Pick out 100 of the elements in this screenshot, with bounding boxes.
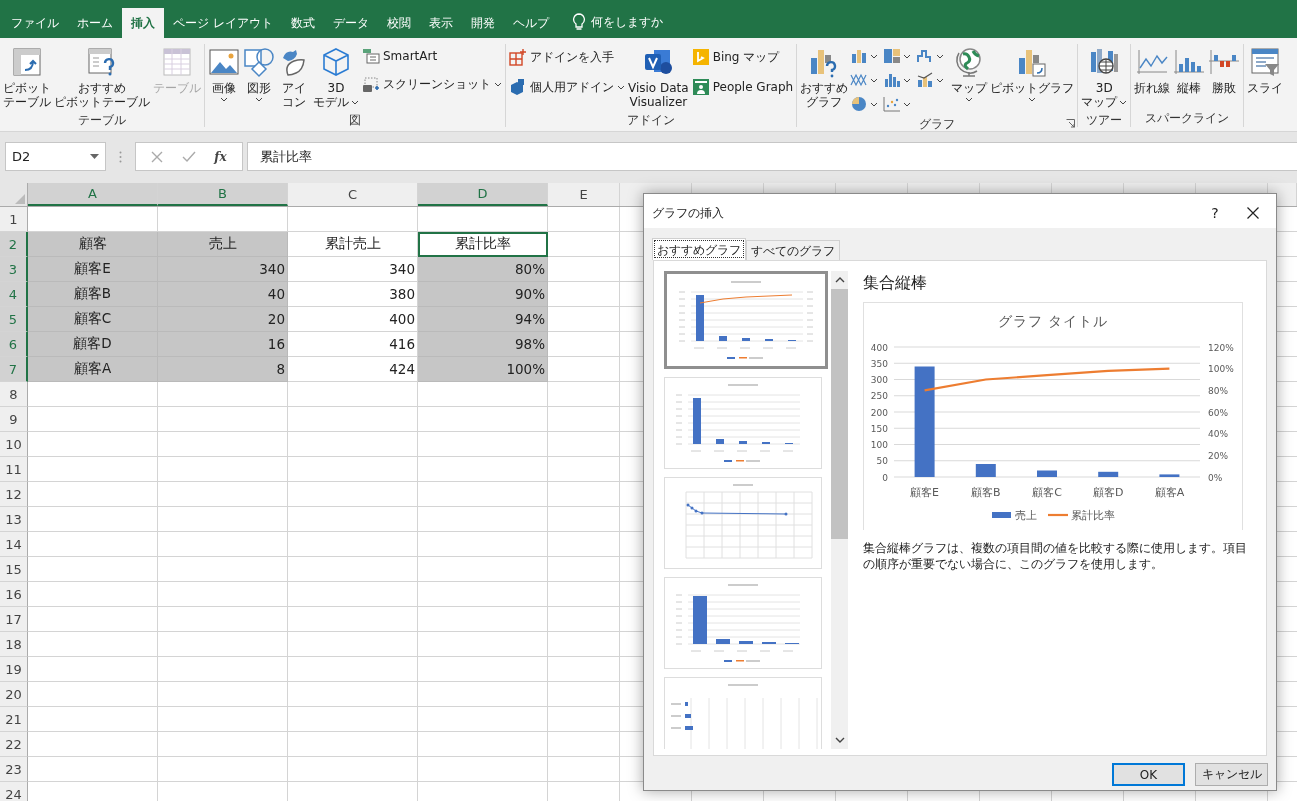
caret-icon: [903, 53, 912, 59]
dropdown-arrow-icon: [90, 154, 99, 159]
row-header[interactable]: 16: [0, 582, 28, 607]
cancel-icon[interactable]: [151, 150, 164, 163]
statistic-chart-button[interactable]: [883, 72, 912, 88]
get-add-ins-button[interactable]: アドインを入手: [508, 46, 626, 68]
caret-icon: [220, 97, 228, 103]
waterfall-chart-button[interactable]: [916, 48, 945, 64]
formula-input[interactable]: 累計比率: [247, 142, 1297, 171]
name-box[interactable]: D2: [5, 142, 106, 171]
row-header[interactable]: 17: [0, 607, 28, 632]
ribbon-tab[interactable]: 開発: [461, 8, 504, 38]
row-header[interactable]: 13: [0, 507, 28, 532]
smartart-button[interactable]: SmartArt: [361, 46, 503, 66]
my-add-ins-button[interactable]: 個人用アドイン: [508, 76, 626, 98]
line-chart-button[interactable]: [850, 72, 879, 88]
insert-function-button[interactable]: fx: [214, 149, 227, 164]
column-header[interactable]: B: [158, 183, 288, 206]
axis-label: 顧客E: [910, 486, 940, 499]
ribbon-tab[interactable]: ファイル: [2, 8, 68, 38]
scrollbar[interactable]: [831, 271, 848, 749]
column-chart-button[interactable]: [850, 48, 879, 64]
table-cell: 100%: [418, 357, 548, 382]
image-icon: [208, 46, 240, 78]
cancel-button[interactable]: キャンセル: [1195, 763, 1268, 786]
caret-icon: [903, 77, 912, 83]
help-button[interactable]: ?: [1200, 205, 1230, 221]
ribbon-tab[interactable]: 校閲: [377, 8, 420, 38]
bing-maps-button[interactable]: Bing マップ: [690, 46, 795, 68]
caret-icon: [870, 101, 879, 107]
scatter-chart-button[interactable]: [883, 96, 912, 112]
group-label: スパークライン: [1145, 110, 1230, 127]
dialog-launcher-icon[interactable]: [1066, 119, 1076, 128]
slicer-button[interactable]: スライ: [1246, 44, 1285, 98]
line-sparkline-button[interactable]: 折れ線: [1133, 44, 1172, 98]
ribbon-tab[interactable]: ホーム: [68, 8, 122, 38]
axis-label: 顧客A: [1154, 486, 1185, 499]
pivot-chart-button[interactable]: ピボットグラフ: [989, 44, 1076, 105]
row-header[interactable]: 21: [0, 707, 28, 732]
3d-map-button[interactable]: 3D マップ: [1080, 44, 1129, 112]
table-cell: 98%: [418, 332, 548, 357]
icons-button[interactable]: アイ コン: [277, 44, 311, 112]
recommended-pivot-button[interactable]: おすすめ ピボットテーブル: [53, 44, 151, 112]
row-header[interactable]: 1: [0, 207, 28, 232]
group-label: 図: [349, 111, 361, 129]
dialog-tab[interactable]: おすすめグラフ: [652, 238, 746, 260]
column-sparkline-button[interactable]: 縦棒: [1172, 44, 1207, 98]
win-loss-button[interactable]: 勝敗: [1207, 44, 1242, 98]
dialog-tab[interactable]: すべてのグラフ: [746, 240, 840, 260]
ribbon-tab[interactable]: 数式: [281, 8, 324, 38]
legend-swatch: [992, 512, 1011, 518]
row-header[interactable]: 4: [0, 282, 28, 307]
pie-chart-button[interactable]: [850, 96, 879, 112]
ribbon-tab[interactable]: ヘルプ: [503, 8, 558, 38]
row-header[interactable]: 5: [0, 307, 28, 332]
ribbon-tab[interactable]: 表示: [419, 8, 462, 38]
row-header[interactable]: 14: [0, 532, 28, 557]
row-header[interactable]: 11: [0, 457, 28, 482]
image-button[interactable]: 画像: [207, 44, 241, 105]
row-header[interactable]: 8: [0, 382, 28, 407]
column-header[interactable]: D: [418, 183, 548, 206]
axis-label: 250: [870, 391, 888, 402]
screenshot-button[interactable]: スクリーンショット: [361, 74, 503, 95]
scrollbar-thumb[interactable]: [831, 289, 848, 539]
legend-line: [1048, 513, 1068, 517]
recommended-charts-button[interactable]: おすすめ グラフ: [799, 44, 850, 112]
3d-models-button[interactable]: 3D モデル: [312, 44, 360, 112]
row-header[interactable]: 22: [0, 732, 28, 757]
row-header[interactable]: 20: [0, 682, 28, 707]
ribbon-tab[interactable]: ページ レイアウト: [164, 8, 282, 38]
check-icon[interactable]: [181, 150, 196, 163]
column-chart-icon: [850, 48, 869, 64]
map-chart-button[interactable]: マップ: [950, 44, 989, 105]
scroll-down-icon[interactable]: [834, 737, 845, 743]
row-header[interactable]: 23: [0, 757, 28, 782]
visio-button[interactable]: Visio Data Visualizer: [627, 44, 690, 112]
row-header[interactable]: 3: [0, 257, 28, 282]
row-header[interactable]: 12: [0, 482, 28, 507]
row-header[interactable]: 7: [0, 357, 28, 382]
ribbon-tab[interactable]: データ: [323, 8, 378, 38]
row-header[interactable]: 10: [0, 432, 28, 457]
row-header[interactable]: 2: [0, 232, 28, 257]
ok-button[interactable]: OK: [1112, 763, 1185, 786]
row-header[interactable]: 19: [0, 657, 28, 682]
table-cell: 顧客C: [28, 307, 158, 332]
row-header[interactable]: 18: [0, 632, 28, 657]
column-header[interactable]: A: [28, 183, 158, 206]
tell-me-search[interactable]: 何をしますか: [590, 13, 663, 31]
row-header[interactable]: 15: [0, 557, 28, 582]
ribbon-tab[interactable]: 挿入: [122, 8, 164, 38]
combo-chart-button[interactable]: [916, 72, 945, 88]
scroll-up-icon[interactable]: [834, 277, 845, 283]
treemap-chart-button[interactable]: [883, 48, 912, 64]
row-header[interactable]: 9: [0, 407, 28, 432]
people-graph-button[interactable]: People Graph: [690, 76, 795, 98]
shapes-button[interactable]: 図形: [242, 44, 276, 105]
row-header[interactable]: 6: [0, 332, 28, 357]
pivot-table-button[interactable]: ピボット テーブル: [2, 44, 52, 112]
row-header[interactable]: 24: [0, 782, 28, 801]
group-label: テーブル: [78, 111, 126, 129]
